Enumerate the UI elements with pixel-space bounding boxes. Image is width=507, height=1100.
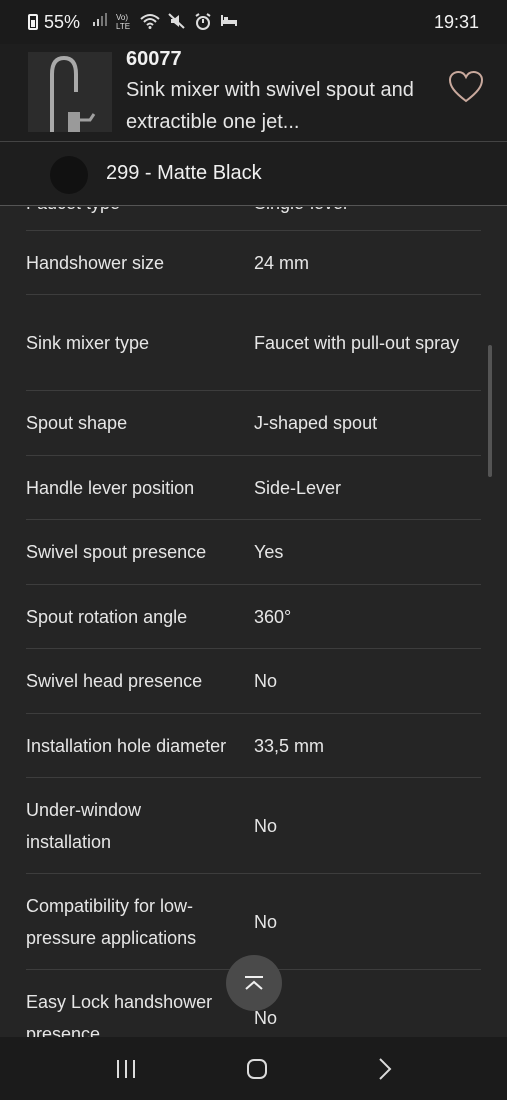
battery-icon <box>28 14 38 30</box>
product-image[interactable] <box>28 52 112 132</box>
spec-table: Faucet type Single-lever Handshower size… <box>26 207 481 1037</box>
spec-value: 360° <box>254 606 292 627</box>
spec-row: Swivel spout presence Yes <box>26 520 481 585</box>
spec-label: Easy Lock handshower presence <box>26 991 213 1038</box>
spec-row: Spout shape J-shaped spout <box>26 391 481 456</box>
lte-label: Vo) LTE <box>116 13 131 31</box>
spec-value: Yes <box>254 542 284 562</box>
spec-row: Sink mixer type Faucet with pull-out spr… <box>26 295 481 391</box>
spec-label: Faucet type <box>26 207 254 219</box>
spec-row: Installation hole diameter 33,5 mm <box>26 714 481 778</box>
spec-row: Spout rotation angle 360° <box>26 585 481 649</box>
recents-button[interactable] <box>114 1058 138 1080</box>
battery-level: 55% <box>44 11 81 32</box>
back-to-top-button[interactable] <box>226 955 282 1011</box>
finish-label: 299 - Matte Black <box>106 162 262 184</box>
spec-value: 33,5 mm <box>254 735 325 756</box>
spec-label: Sink mixer type <box>26 332 150 353</box>
spec-label: Swivel head presence <box>26 671 203 691</box>
back-button[interactable] <box>376 1057 394 1081</box>
heart-icon <box>448 70 484 103</box>
spec-label: Handshower size <box>26 252 165 273</box>
spec-value: No <box>254 671 278 691</box>
status-time: 19:31 <box>433 11 479 32</box>
status-icons: Vo) LTE <box>92 13 238 31</box>
system-nav-bar <box>0 1037 507 1100</box>
spec-label: Spout shape <box>26 413 128 433</box>
signal-icon <box>93 13 108 26</box>
spec-row: Handshower size 24 mm <box>26 231 481 295</box>
spec-label: Swivel spout presence <box>26 542 207 562</box>
mute-icon <box>168 13 185 29</box>
wifi-icon <box>140 14 160 29</box>
alarm-icon <box>195 13 211 30</box>
status-bar: 55% Vo) LTE 19:31 <box>0 0 507 44</box>
bed-icon <box>221 15 238 26</box>
spec-value: 24 mm <box>254 252 310 273</box>
spec-row: Swivel head presence No <box>26 649 481 714</box>
home-icon <box>246 1058 267 1079</box>
status-left: 55% Vo) LTE <box>28 12 238 33</box>
specifications-panel: Faucet type Single-lever Handshower size… <box>0 207 507 1037</box>
spec-value: Single-lever <box>254 207 481 219</box>
spec-row: Handle lever position Side-Lever <box>26 456 481 520</box>
spec-row: Faucet type Single-lever <box>26 207 481 231</box>
spec-value: No <box>254 1007 278 1028</box>
spec-row: Under-window installation No <box>26 778 481 874</box>
spec-label: Spout rotation angle <box>26 606 188 627</box>
recents-icon <box>116 1059 135 1078</box>
spec-value: No <box>254 911 278 932</box>
favorite-button[interactable] <box>448 70 484 104</box>
product-name: Sink mixer with swivel spout and extract… <box>126 79 414 133</box>
finish-swatch <box>50 156 88 194</box>
spec-label: Compatibility for low-pressure applicati… <box>26 895 197 948</box>
scrollbar[interactable] <box>488 345 492 477</box>
spec-value: J-shaped spout <box>254 413 378 433</box>
spec-label: Under-window installation <box>26 799 142 852</box>
faucet-icon <box>50 55 96 132</box>
spec-value: Faucet with pull-out spray <box>254 332 460 353</box>
back-icon <box>378 1057 391 1080</box>
finish-selector[interactable]: 299 - Matte Black <box>0 142 507 206</box>
spec-label: Installation hole diameter <box>26 735 227 756</box>
spec-value: Side-Lever <box>254 477 342 498</box>
spec-value: No <box>254 815 278 836</box>
arrow-up-to-top-icon <box>245 976 263 990</box>
product-header: 60077 Sink mixer with swivel spout and e… <box>0 44 507 142</box>
spec-label: Handle lever position <box>26 477 195 498</box>
product-code: 60077 <box>126 48 182 70</box>
home-button[interactable] <box>245 1057 269 1081</box>
